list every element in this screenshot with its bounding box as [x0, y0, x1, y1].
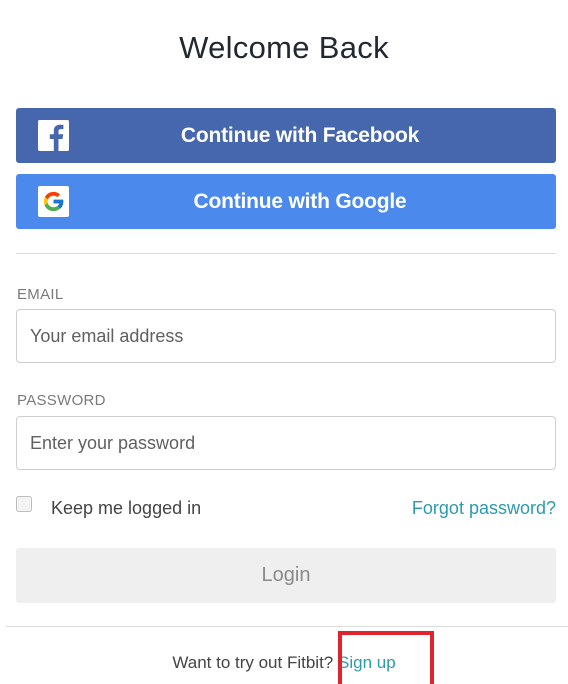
google-button-label: Continue with Google — [193, 189, 407, 213]
footer-divider — [6, 626, 568, 627]
login-page: Welcome Back Continue with Facebook Cont… — [0, 0, 568, 684]
password-label: PASSWORD — [17, 392, 106, 409]
keep-logged-in-checkbox[interactable] — [16, 496, 32, 512]
continue-with-facebook-button[interactable]: Continue with Facebook — [16, 108, 556, 163]
forgot-password-link[interactable]: Forgot password? — [412, 498, 556, 519]
google-icon — [38, 186, 69, 217]
facebook-icon — [38, 120, 69, 151]
password-field[interactable] — [16, 416, 556, 470]
keep-logged-in-label[interactable]: Keep me logged in — [51, 498, 201, 519]
signup-prompt: Want to try out Fitbit? Sign up — [0, 653, 568, 673]
signup-link[interactable]: Sign up — [338, 653, 396, 672]
facebook-button-label: Continue with Facebook — [180, 123, 420, 147]
login-button-label: Login — [261, 564, 311, 586]
login-button[interactable]: Login — [16, 548, 556, 603]
email-field[interactable] — [16, 309, 556, 363]
page-title: Welcome Back — [179, 30, 389, 65]
email-label: EMAIL — [17, 286, 64, 303]
continue-with-google-button[interactable]: Continue with Google — [16, 174, 556, 229]
section-divider — [16, 253, 556, 254]
signup-prompt-text: Want to try out Fitbit? — [172, 653, 334, 672]
